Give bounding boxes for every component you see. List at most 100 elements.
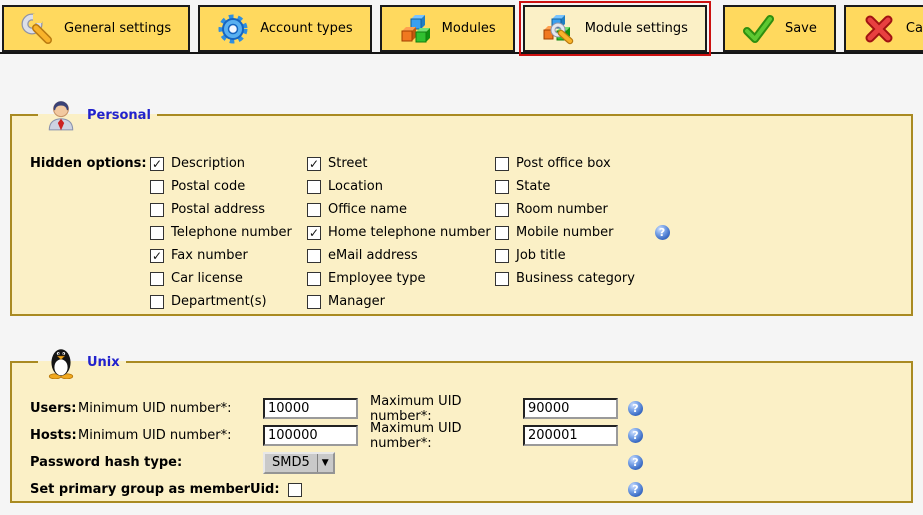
- hidden-option[interactable]: Mobile number: [495, 225, 710, 240]
- hidden-option[interactable]: Room number: [495, 202, 710, 217]
- hidden-option[interactable]: Telephone number: [150, 225, 307, 240]
- option-checkbox[interactable]: [495, 272, 509, 286]
- option-checkbox[interactable]: [495, 203, 509, 217]
- password-hash-label: Password hash type:: [30, 455, 263, 470]
- option-label: Postal code: [171, 179, 245, 194]
- option-checkbox[interactable]: [150, 295, 164, 309]
- option-checkbox[interactable]: [150, 157, 164, 171]
- hidden-option[interactable]: Fax number: [150, 248, 307, 263]
- option-label: Car license: [171, 271, 243, 286]
- help-icon[interactable]: [628, 401, 643, 416]
- uid-row-name: Users:: [30, 401, 78, 416]
- hidden-option[interactable]: State: [495, 179, 710, 194]
- max-uid-label: Maximum UID number*:: [370, 394, 523, 424]
- option-checkbox[interactable]: [307, 203, 321, 217]
- tab-module-settings[interactable]: Module settings: [523, 5, 707, 52]
- help-icon[interactable]: [628, 428, 643, 443]
- hidden-option[interactable]: Department(s): [150, 294, 307, 309]
- hidden-option[interactable]: Street: [307, 156, 495, 171]
- personal-legend: Personal: [38, 98, 157, 132]
- tab-label: Account types: [260, 21, 352, 36]
- min-uid-input[interactable]: [263, 425, 358, 446]
- max-uid-input[interactable]: [523, 425, 618, 446]
- option-label: Employee type: [328, 271, 426, 286]
- min-uid-label: Minimum UID number*:: [78, 428, 263, 443]
- option-label: Room number: [516, 202, 608, 217]
- option-checkbox[interactable]: [307, 272, 321, 286]
- hidden-option[interactable]: Postal code: [150, 179, 307, 194]
- hidden-option[interactable]: Home telephone number: [307, 225, 495, 240]
- chevron-down-icon: ▼: [317, 454, 333, 472]
- option-label: eMail address: [328, 248, 418, 263]
- password-hash-row: Password hash type: SMD5 ▼: [30, 449, 911, 476]
- save-button[interactable]: Save: [723, 5, 836, 52]
- option-label: Manager: [328, 294, 385, 309]
- member-uid-checkbox[interactable]: [288, 483, 302, 497]
- cubes-icon: [399, 13, 431, 45]
- option-label: Office name: [328, 202, 407, 217]
- hidden-option[interactable]: Office name: [307, 202, 495, 217]
- hidden-option[interactable]: Business category: [495, 271, 710, 286]
- password-hash-value: SMD5: [272, 455, 310, 470]
- hidden-option[interactable]: Postal address: [150, 202, 307, 217]
- option-label: State: [516, 179, 550, 194]
- tab-account-types[interactable]: Account types: [198, 5, 371, 52]
- max-uid-label: Maximum UID number*:: [370, 421, 523, 451]
- hidden-option[interactable]: Car license: [150, 271, 307, 286]
- option-checkbox[interactable]: [307, 295, 321, 309]
- unix-section: Unix Users: Minimum UID number*: Maximum…: [10, 345, 913, 503]
- option-checkbox[interactable]: [495, 180, 509, 194]
- option-checkbox[interactable]: [495, 226, 509, 240]
- unix-legend: Unix: [38, 345, 126, 379]
- hidden-option[interactable]: Location: [307, 179, 495, 194]
- cancel-icon: [863, 13, 895, 45]
- option-label: Business category: [516, 271, 635, 286]
- member-uid-label: Set primary group as memberUid:: [30, 482, 280, 497]
- personal-section: Personal Hidden options: Description Str…: [10, 98, 913, 316]
- option-checkbox[interactable]: [307, 157, 321, 171]
- max-uid-input[interactable]: [523, 398, 618, 419]
- save-label: Save: [785, 21, 817, 36]
- option-checkbox[interactable]: [307, 180, 321, 194]
- option-checkbox[interactable]: [495, 249, 509, 263]
- tab-modules[interactable]: Modules: [380, 5, 515, 52]
- wrench-icon: [21, 13, 53, 45]
- personal-title: Personal: [87, 108, 151, 123]
- member-uid-row: Set primary group as memberUid:: [30, 476, 911, 503]
- tab-label: Module settings: [585, 21, 688, 36]
- option-label: Description: [171, 156, 245, 171]
- option-label: Fax number: [171, 248, 248, 263]
- hidden-option[interactable]: eMail address: [307, 248, 495, 263]
- min-uid-input[interactable]: [263, 398, 358, 419]
- hidden-option[interactable]: Post office box: [495, 156, 710, 171]
- cancel-button[interactable]: Cancel: [844, 5, 923, 52]
- option-checkbox[interactable]: [150, 272, 164, 286]
- option-checkbox[interactable]: [150, 203, 164, 217]
- option-label: Department(s): [171, 294, 267, 309]
- option-label: Mobile number: [516, 225, 614, 240]
- option-checkbox[interactable]: [150, 180, 164, 194]
- hidden-option[interactable]: Employee type: [307, 271, 495, 286]
- cubes-wrench-icon: [542, 13, 574, 45]
- tab-label: General settings: [64, 21, 171, 36]
- hidden-option[interactable]: Description: [150, 156, 307, 171]
- option-label: Job title: [516, 248, 566, 263]
- option-checkbox[interactable]: [307, 249, 321, 263]
- hidden-options-label: Hidden options:: [30, 152, 150, 313]
- option-checkbox[interactable]: [307, 226, 321, 240]
- tab-bar: General settings Account types Modules: [0, 0, 923, 54]
- option-label: Postal address: [171, 202, 265, 217]
- penguin-icon: [44, 345, 78, 379]
- help-icon[interactable]: [628, 455, 643, 470]
- option-checkbox[interactable]: [495, 157, 509, 171]
- help-icon[interactable]: [655, 225, 670, 240]
- option-label: Street: [328, 156, 368, 171]
- option-checkbox[interactable]: [150, 226, 164, 240]
- option-checkbox[interactable]: [150, 249, 164, 263]
- help-icon[interactable]: [628, 482, 643, 497]
- tab-general-settings[interactable]: General settings: [2, 5, 190, 52]
- hidden-option[interactable]: Manager: [307, 294, 495, 309]
- option-label: Post office box: [516, 156, 611, 171]
- hidden-option[interactable]: Job title: [495, 248, 710, 263]
- password-hash-select[interactable]: SMD5 ▼: [263, 452, 335, 474]
